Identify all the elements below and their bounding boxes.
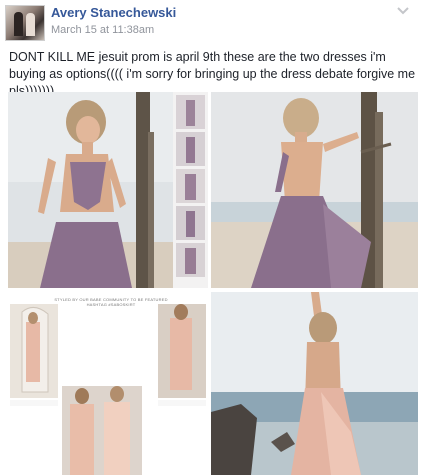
chevron-down-icon[interactable]: [396, 6, 410, 16]
photo-grid: STYLED BY OUR BABE COMMUNITY TO BE FEATU…: [8, 92, 418, 475]
author-avatar[interactable]: [5, 5, 45, 41]
avatar-figure-light: [26, 13, 35, 36]
photo-1[interactable]: [8, 92, 208, 288]
collage-caption: STYLED BY OUR BABE COMMUNITY TO BE FEATU…: [54, 297, 168, 307]
photo-2[interactable]: [211, 92, 418, 288]
author-name-link[interactable]: Avery Stanechewski: [51, 5, 176, 20]
photo-3-image: [8, 292, 208, 475]
photo-1-image: [8, 92, 208, 288]
photo-4[interactable]: [211, 292, 418, 475]
post-header: Avery Stanechewski March 15 at 11:38am: [0, 0, 426, 41]
photo-2-image: [211, 92, 418, 288]
post-timestamp[interactable]: March 15 at 11:38am: [51, 24, 154, 36]
avatar-figure-dark: [14, 12, 23, 36]
photo-3[interactable]: STYLED BY OUR BABE COMMUNITY TO BE FEATU…: [8, 292, 208, 475]
photo-4-image: [211, 292, 418, 475]
